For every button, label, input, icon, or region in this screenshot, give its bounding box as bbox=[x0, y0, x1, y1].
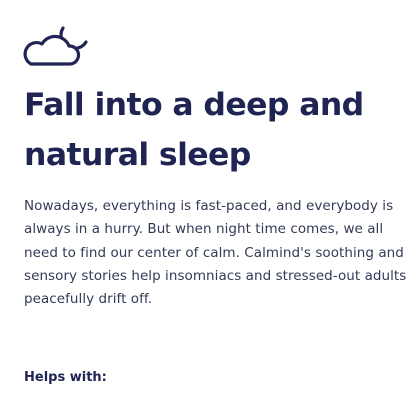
cloud-moon-icon bbox=[22, 22, 90, 68]
paragraph-line: always in a hurry. But when night time c… bbox=[24, 221, 384, 238]
page-title: Fall into a deep and natural sleep bbox=[24, 80, 416, 180]
title-line: natural sleep bbox=[24, 137, 251, 173]
paragraph-line: Nowadays, everything is fast-paced, and … bbox=[24, 198, 394, 214]
page: Fall into a deep and natural sleep Nowad… bbox=[0, 0, 416, 416]
paragraph-line: need to find our center of calm. Calmind… bbox=[24, 244, 404, 261]
paragraph-line: peacefully drift off. bbox=[24, 291, 153, 308]
intro-paragraph: Nowadays, everything is fast-paced, and … bbox=[24, 195, 416, 311]
helps-with-label: Helps with: bbox=[24, 370, 107, 385]
title-line: Fall into a deep and bbox=[24, 87, 364, 123]
paragraph-line: sensory stories help insomniacs and stre… bbox=[24, 267, 407, 284]
